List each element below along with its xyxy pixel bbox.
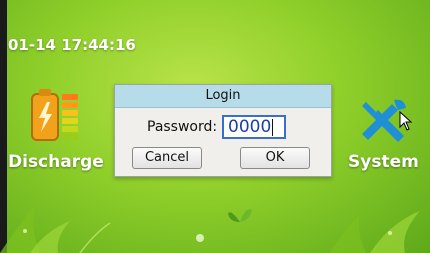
password-input[interactable]: 0000 — [222, 115, 286, 139]
battery-icon — [31, 89, 78, 141]
dialog-title: Login — [115, 85, 331, 108]
cancel-button[interactable]: Cancel — [132, 147, 202, 169]
password-row: Password: 0000 — [115, 115, 331, 141]
datetime-display: 01-14 17:44:16 — [8, 36, 136, 54]
app-label-system: System — [348, 152, 419, 172]
mouse-cursor-icon — [399, 111, 413, 131]
password-label: Password: — [147, 119, 218, 135]
desktop-screen: 01-14 17:44:16 Discharge System Login Pa… — [0, 0, 430, 253]
login-dialog: Login Password: 0000 Cancel OK — [114, 84, 332, 177]
butterfly-icon — [228, 209, 252, 222]
grass-decoration — [0, 205, 420, 253]
app-label-discharge: Discharge — [8, 152, 104, 172]
ok-button[interactable]: OK — [240, 147, 310, 169]
text-caret — [272, 118, 274, 136]
password-value: 0000 — [228, 117, 272, 137]
